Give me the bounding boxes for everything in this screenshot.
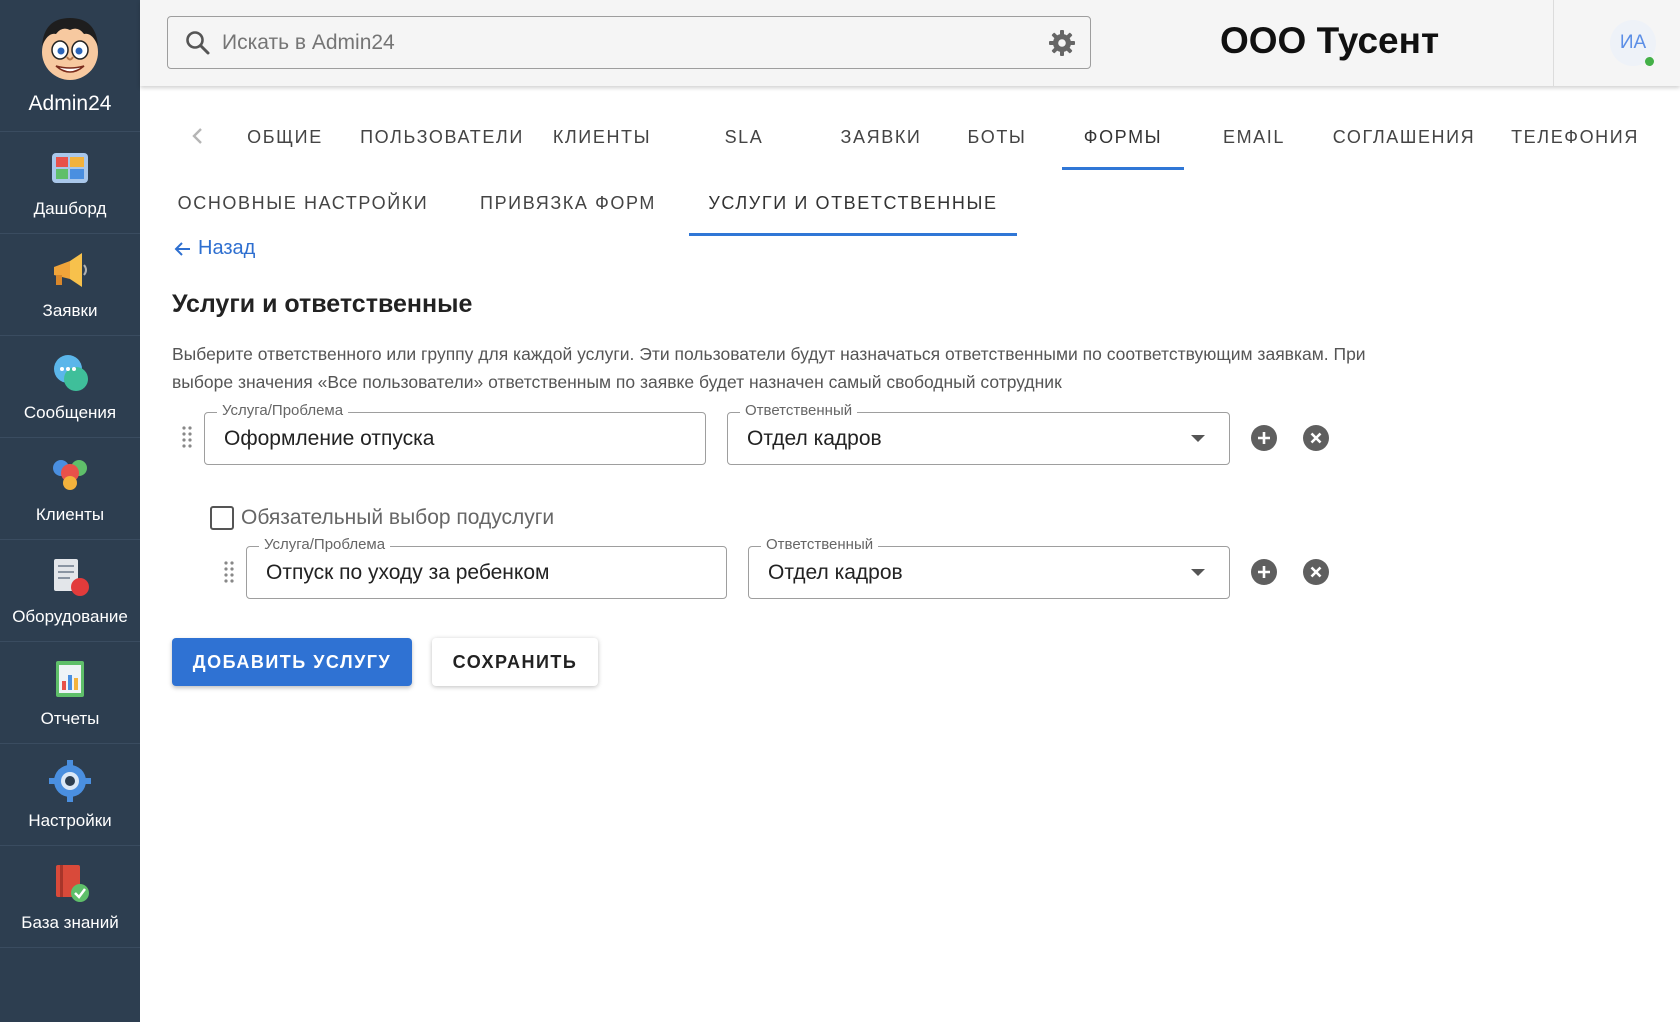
page-description: Выберите ответственного или группу для к… (172, 344, 1366, 392)
gear-icon (49, 759, 91, 802)
brand-name: Admin24 (28, 92, 112, 115)
company-name: ООО Тусент (1220, 20, 1440, 61)
knowledge-base-icon (56, 864, 89, 902)
required-subservice-checkbox-row[interactable]: Обязательный выбор подуслуги (210, 506, 554, 530)
subservice-responsible-select[interactable]: Ответственный Отдел кадров (748, 536, 1230, 599)
service-field[interactable]: Услуга/Проблема Оформление отпуска (204, 402, 706, 465)
checkbox-label: Обязательный выбор подуслуги (241, 506, 555, 529)
logo[interactable]: Admin24 (0, 0, 140, 132)
remove-subservice-icon[interactable] (1302, 558, 1330, 586)
sidebar-item-equipment[interactable]: Оборудование (0, 540, 140, 642)
sidebar-item-label: Клиенты (35, 504, 105, 524)
chevron-left-icon[interactable] (188, 124, 208, 148)
sidebar-item-knowledge-base[interactable]: База знаний (0, 846, 140, 948)
logo-face-icon (42, 18, 98, 80)
top-bar: ООО Тусент ИА (140, 0, 1680, 86)
sidebar: Admin24 Дашборд Заявки Сообщения Клиенты… (0, 0, 140, 1022)
clients-icon (53, 459, 87, 490)
subservice-field-label: Услуга/Проблема (259, 536, 391, 554)
divider (1553, 0, 1554, 86)
subtab-services-responsible[interactable]: Услуги и ответственные (689, 170, 1017, 236)
sub-tabs: Основные настройки Привязка форм Услуги … (140, 170, 1680, 236)
required-subservice-checkbox[interactable] (210, 506, 234, 530)
search-icon (186, 30, 210, 54)
dropdown-arrow-icon[interactable] (1191, 435, 1205, 442)
tab-general[interactable]: Общие (230, 104, 340, 170)
sidebar-item-label: Заявки (42, 300, 98, 320)
subtab-basic-settings[interactable]: Основные настройки (176, 170, 430, 236)
tab-users[interactable]: Пользователи (354, 104, 530, 170)
arrow-left-icon (174, 241, 190, 256)
reports-icon (56, 660, 84, 697)
tab-tickets[interactable]: Заявки (830, 104, 932, 170)
sidebar-item-label: Оборудование (12, 606, 128, 626)
drag-handle-icon[interactable] (222, 560, 236, 586)
dropdown-arrow-icon[interactable] (1191, 569, 1205, 576)
tab-telephony[interactable]: Телефония (1504, 104, 1646, 170)
add-service-button[interactable]: ДОБАВИТЬ УСЛУГУ (172, 638, 412, 686)
back-label: Назад (198, 237, 256, 259)
tab-sla[interactable]: SLA (704, 104, 784, 170)
service-field-value[interactable]: Оформление отпуска (224, 427, 434, 451)
tab-bots[interactable]: Боты (952, 104, 1042, 170)
responsible-select-label: Ответственный (740, 402, 858, 420)
tab-agreements[interactable]: Соглашения (1324, 104, 1484, 170)
main-tabs: Общие Пользователи Клиенты SLA Заявки Бо… (140, 104, 1680, 170)
sidebar-item-messages[interactable]: Сообщения (0, 336, 140, 438)
search-input[interactable] (222, 30, 1022, 55)
subservice-field-value[interactable]: Отпуск по уходу за ребенком (266, 561, 549, 585)
online-status-dot (1645, 57, 1654, 66)
sidebar-item-label: Дашборд (33, 198, 107, 218)
sidebar-item-label: Сообщения (23, 402, 117, 422)
equipment-icon (54, 558, 89, 596)
tab-email[interactable]: Email (1204, 104, 1304, 170)
tab-clients[interactable]: Клиенты (544, 104, 660, 170)
sidebar-item-label: База знаний (21, 912, 119, 932)
sidebar-item-dashboard[interactable]: Дашборд (0, 132, 140, 234)
sidebar-item-clients[interactable]: Клиенты (0, 438, 140, 540)
service-field-label: Услуга/Проблема (217, 402, 349, 420)
tab-forms[interactable]: Формы (1062, 104, 1184, 170)
sidebar-item-settings[interactable]: Настройки (0, 744, 140, 846)
megaphone-icon (54, 252, 87, 287)
sidebar-item-reports[interactable]: Отчеты (0, 642, 140, 744)
subtab-form-binding[interactable]: Привязка форм (470, 170, 666, 236)
sidebar-item-label: Настройки (28, 810, 112, 830)
sidebar-item-label: Отчеты (40, 708, 100, 728)
sidebar-item-tickets[interactable]: Заявки (0, 234, 140, 336)
chat-bubbles-icon (54, 354, 88, 391)
add-subservice-icon[interactable] (1250, 558, 1278, 586)
drag-handle-icon[interactable] (180, 425, 194, 451)
subservice-field[interactable]: Услуга/Проблема Отпуск по уходу за ребен… (246, 536, 727, 599)
remove-service-icon[interactable] (1302, 424, 1330, 452)
responsible-select[interactable]: Ответственный Отдел кадров (727, 402, 1230, 465)
page-title: Услуги и ответственные (172, 290, 473, 318)
search-settings-icon[interactable] (1048, 29, 1076, 57)
add-subservice-icon[interactable] (1250, 424, 1278, 452)
save-button[interactable]: СОХРАНИТЬ (432, 638, 598, 686)
back-link[interactable]: Назад (174, 237, 255, 260)
responsible-select-value: Отдел кадров (747, 427, 882, 450)
dashboard-icon (52, 152, 88, 183)
subservice-responsible-value: Отдел кадров (768, 561, 903, 584)
subservice-responsible-label: Ответственный (761, 536, 879, 554)
search-box[interactable] (167, 16, 1091, 69)
